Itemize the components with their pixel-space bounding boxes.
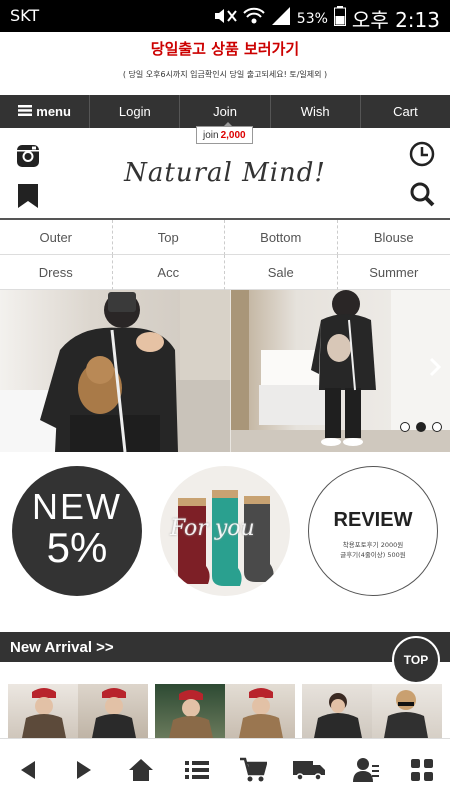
- banner-dot-3[interactable]: [432, 422, 442, 432]
- menu-label: menu: [36, 104, 71, 119]
- product-list: [0, 668, 450, 738]
- banner-dot-2[interactable]: [416, 422, 426, 432]
- status-bar: SKT 53% 오후 2:13: [0, 0, 450, 32]
- grid-apps-icon[interactable]: [402, 750, 442, 790]
- banner-dot-1[interactable]: [400, 422, 410, 432]
- delivery-truck-icon[interactable]: [289, 750, 329, 790]
- banner-photo-left: [0, 290, 230, 452]
- category-outer[interactable]: Outer: [0, 220, 113, 255]
- socks-overlay-text: For you: [170, 516, 255, 541]
- cart-icon[interactable]: [233, 750, 273, 790]
- review-line-2: 글후기(4줄이상) 500원: [340, 551, 406, 559]
- new-discount-promo[interactable]: NEW 5%: [12, 466, 142, 596]
- review-line-1: 착용포토후기 2000원: [342, 541, 404, 549]
- hamburger-icon: [18, 104, 33, 119]
- cart-link[interactable]: Cart: [361, 95, 450, 128]
- search-icon[interactable]: [408, 180, 436, 208]
- home-icon[interactable]: [121, 750, 161, 790]
- scroll-top-button[interactable]: TOP: [392, 636, 440, 684]
- my-account-icon[interactable]: [346, 750, 386, 790]
- wifi-icon: [243, 6, 265, 31]
- category-grid: Outer Top Bottom Blouse Dress Acc Sale S…: [0, 218, 450, 290]
- review-title: REVIEW: [333, 509, 413, 531]
- clock-icon[interactable]: [408, 140, 436, 168]
- bottom-nav-bar: [0, 738, 450, 800]
- product-thumb-3[interactable]: [302, 684, 442, 738]
- category-top[interactable]: Top: [112, 220, 225, 255]
- category-dress[interactable]: Dress: [0, 255, 113, 290]
- same-day-shipping-notice[interactable]: 당일출고 상품 보러가기 ( 당일 오후6시까지 입금확인시 당일 출고되세요!…: [0, 32, 450, 95]
- back-arrow-icon[interactable]: [8, 750, 48, 790]
- new-label: NEW: [32, 486, 122, 527]
- banner-pagination: [400, 422, 442, 432]
- banner-slider[interactable]: [0, 290, 450, 452]
- promo-circles: NEW 5% For you REVIEW 착용포토후기 2000원 글후기(4…: [0, 460, 450, 600]
- category-blouse[interactable]: Blouse: [337, 220, 450, 255]
- category-summer[interactable]: Summer: [337, 255, 450, 290]
- join-tip-value: 2,000: [220, 129, 246, 141]
- battery-icon: [333, 6, 346, 31]
- login-link[interactable]: Login: [90, 95, 181, 128]
- socks-promo[interactable]: For you: [160, 466, 290, 596]
- join-reward-tooltip: join 2,000: [196, 122, 253, 144]
- battery-percent: 53%: [296, 10, 328, 27]
- notice-subtext: ( 당일 오후6시까지 입금확인시 당일 출고되세요! 토/일제외 ): [122, 70, 328, 79]
- category-acc[interactable]: Acc: [112, 255, 225, 290]
- category-sale[interactable]: Sale: [225, 255, 338, 290]
- forward-arrow-icon[interactable]: [64, 750, 104, 790]
- product-thumb-2[interactable]: [155, 684, 295, 738]
- banner-next-arrow-icon[interactable]: [428, 356, 442, 383]
- category-bottom[interactable]: Bottom: [225, 220, 338, 255]
- review-promo[interactable]: REVIEW 착용포토후기 2000원 글후기(4줄이상) 500원: [308, 466, 438, 596]
- menu-button[interactable]: menu: [0, 95, 91, 128]
- carrier-label: SKT: [10, 6, 40, 25]
- wish-link[interactable]: Wish: [271, 95, 361, 128]
- join-tip-label: join: [203, 129, 219, 141]
- notice-headline[interactable]: 당일출고 상품 보러가기: [0, 38, 450, 59]
- site-logo[interactable]: Natural Mind!: [0, 158, 450, 188]
- mute-icon: [213, 6, 237, 31]
- new-arrival-header[interactable]: New Arrival >>: [0, 632, 450, 662]
- signal-icon: [271, 6, 291, 31]
- clock-time: 오후 2:13: [351, 8, 440, 32]
- status-icons: 53% 오후 2:13: [213, 4, 440, 33]
- discount-label: 5%: [46, 524, 108, 571]
- product-thumb-1[interactable]: [8, 684, 148, 738]
- new-arrival-title: New Arrival >>: [10, 638, 114, 656]
- list-icon[interactable]: [177, 750, 217, 790]
